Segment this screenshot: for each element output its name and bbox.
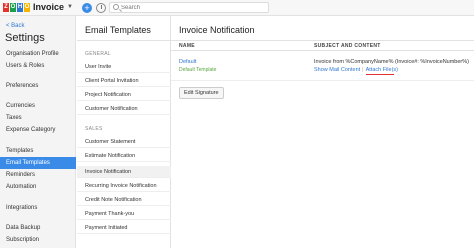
sidebar-item-integrations[interactable]: Integrations (0, 202, 76, 214)
app-name: Invoice (33, 2, 65, 12)
row-divider (171, 80, 474, 81)
logo-letter: Z (3, 2, 9, 12)
logo-letter: O (24, 2, 30, 12)
template-item-customer-notification[interactable]: Customer Notification (77, 103, 171, 115)
logo-letter: O (10, 2, 16, 12)
sidebar-item-automation[interactable]: Automation (0, 181, 76, 193)
sidebar-item-reminders[interactable]: Reminders (0, 169, 76, 181)
template-item-invoice-notification[interactable]: Invoice Notification (77, 166, 171, 178)
sidebar-item-organisation-profile[interactable]: Organisation Profile (0, 48, 76, 60)
sidebar-item-taxes[interactable]: Taxes (0, 112, 76, 124)
edit-signature-button[interactable]: Edit Signature (179, 87, 224, 99)
plus-icon: + (84, 3, 90, 13)
sidebar-item-currencies[interactable]: Currencies (0, 100, 76, 112)
top-bar: Z O H O Invoice ▼ + (0, 0, 474, 16)
panel-title: Email Templates (85, 25, 151, 35)
logo-letter: H (17, 2, 23, 12)
show-mail-content-link[interactable]: Show Mail Content (314, 67, 360, 73)
highlight-underline (366, 74, 394, 75)
template-subject: Invoice from %CompanyName% (Invoice#: %I… (314, 59, 469, 65)
template-item-user-invite[interactable]: User Invite (77, 61, 171, 73)
template-item-estimate-notification[interactable]: Estimate Notification (77, 150, 171, 162)
template-item-payment-thank-you[interactable]: Payment Thank-you (77, 208, 171, 220)
search-box[interactable] (109, 2, 269, 13)
sidebar-item-users-roles[interactable]: Users & Roles (0, 60, 76, 72)
template-detail: Invoice Notification NAME SUBJECT AND CO… (171, 16, 474, 248)
template-item-project-notification[interactable]: Project Notification (77, 89, 171, 101)
settings-sidebar: < Back Settings Organisation Profile Use… (0, 16, 76, 248)
search-input[interactable] (121, 3, 266, 12)
recent-activity-button[interactable] (96, 3, 106, 13)
search-icon (113, 4, 119, 10)
back-link[interactable]: < Back (6, 23, 25, 29)
sidebar-item-data-backup[interactable]: Data Backup (0, 222, 76, 234)
divider (77, 40, 171, 41)
chevron-down-icon[interactable]: ▼ (67, 4, 73, 10)
column-header-subject: SUBJECT AND CONTENT (314, 43, 381, 49)
sidebar-item-subscription[interactable]: Subscription (0, 234, 76, 246)
link-separator: | (362, 67, 364, 73)
template-item-recurring-invoice-notification[interactable]: Recurring Invoice Notification (77, 180, 171, 192)
table-header: NAME SUBJECT AND CONTENT (171, 41, 474, 51)
column-header-name: NAME (179, 43, 195, 49)
attach-files-link[interactable]: Attach File(s) (366, 67, 398, 73)
quick-create-button[interactable]: + (82, 3, 92, 13)
group-label-general: GENERAL (85, 51, 111, 57)
template-item-payment-initiated[interactable]: Payment Initiated (77, 222, 171, 234)
sidebar-item-email-templates[interactable]: Email Templates (0, 157, 76, 169)
template-item-customer-statement[interactable]: Customer Statement (77, 136, 171, 148)
email-templates-panel: Email Templates GENERAL User Invite Clie… (77, 16, 171, 248)
template-actions: Show Mail Content | Attach File(s) (314, 67, 398, 73)
page-title: Invoice Notification (179, 25, 255, 35)
sidebar-title: Settings (5, 32, 45, 44)
sidebar-item-expense-category[interactable]: Expense Category (0, 124, 76, 136)
sidebar-item-templates[interactable]: Templates (0, 145, 76, 157)
template-item-client-portal-invitation[interactable]: Client Portal Invitation (77, 75, 171, 87)
template-item-credit-note-notification[interactable]: Credit Note Notification (77, 194, 171, 206)
app-logo[interactable]: Z O H O Invoice ▼ (3, 2, 73, 12)
default-template-badge: Default Template (179, 67, 217, 73)
sidebar-item-preferences[interactable]: Preferences (0, 80, 76, 92)
group-label-sales: SALES (85, 126, 103, 132)
template-name-link[interactable]: Default (179, 59, 196, 65)
